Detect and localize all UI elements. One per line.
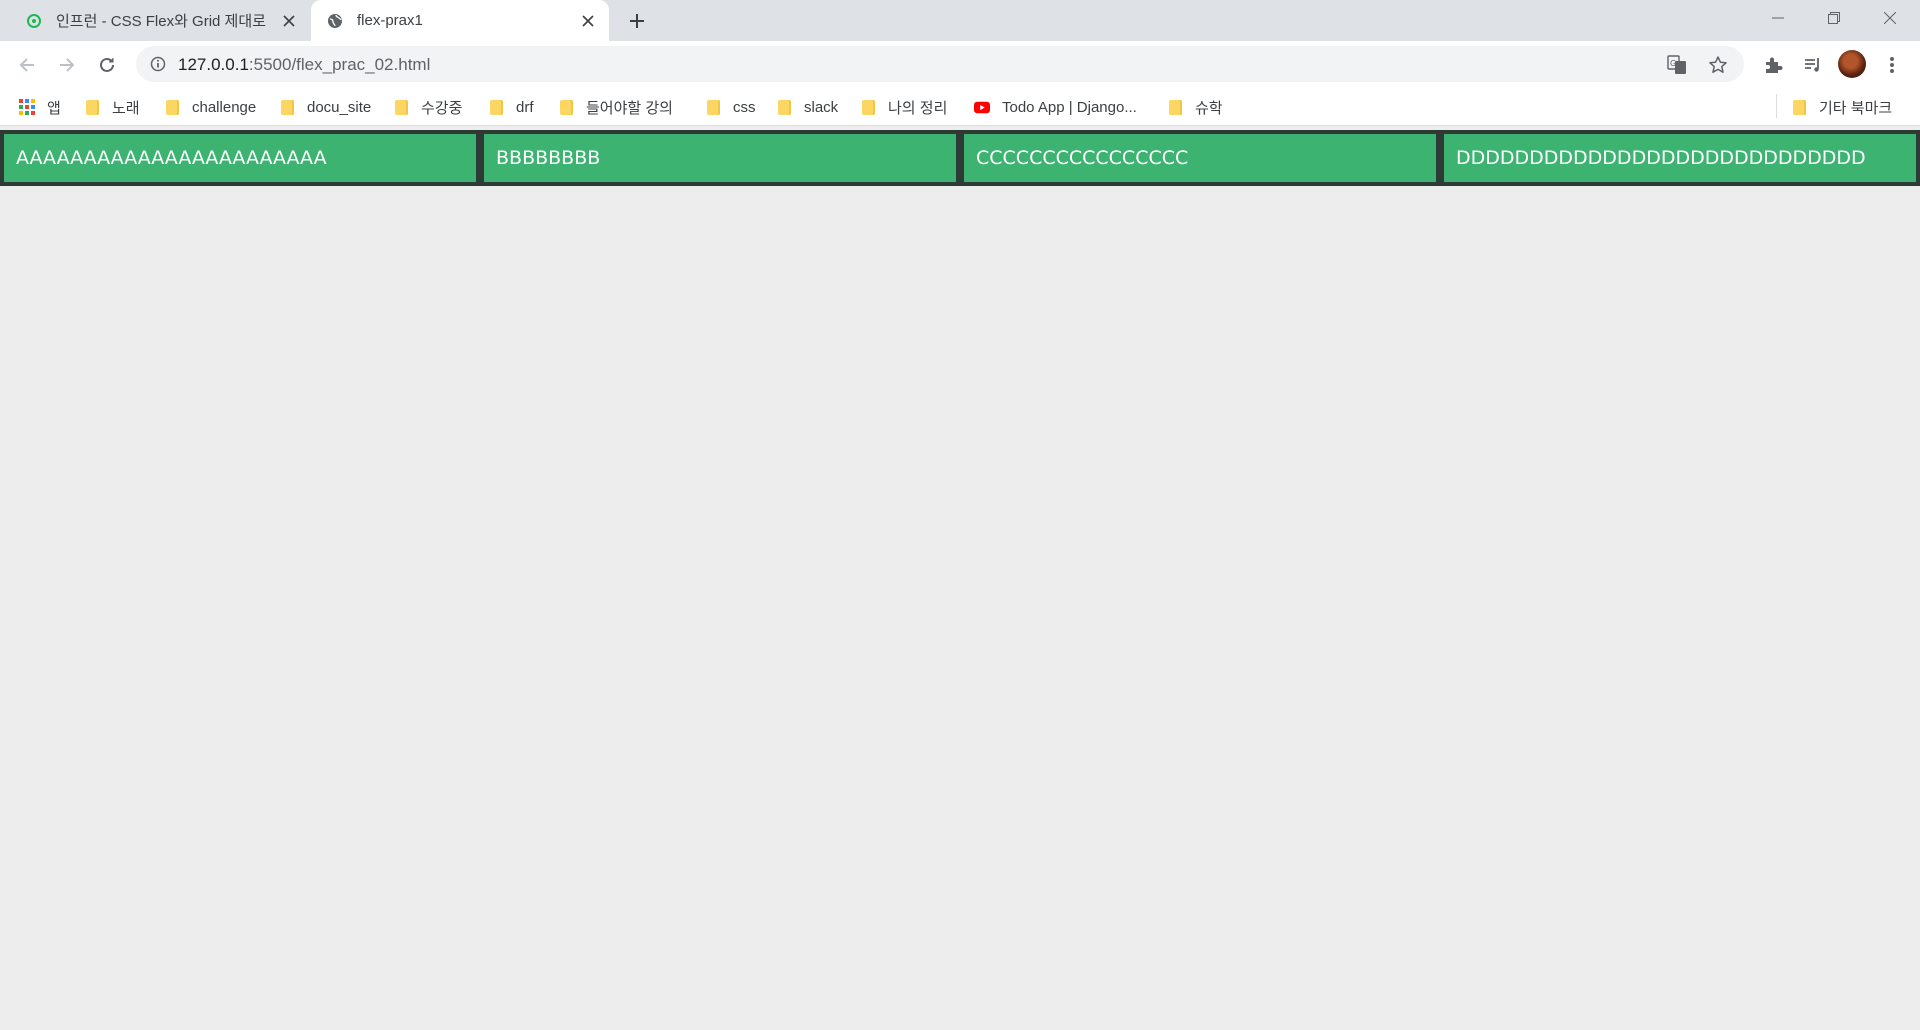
forward-button[interactable] [51,49,83,81]
page-content: AAAAAAAAAAAAAAAAAAAAAAA BBBBBBBB CCCCCCC… [0,127,1920,1030]
bookmark-folder[interactable]: slack [776,95,838,119]
bookmark-label: 슈학 [1195,99,1223,117]
bookmark-apps[interactable]: 앱 [19,95,61,119]
apps-grid-icon [19,99,35,115]
bookmark-other[interactable]: 기타 북마크 [1791,95,1892,119]
tab-title: 인프런 - CSS Flex와 Grid 제대로 [56,13,266,30]
bookmark-folder[interactable]: challenge [164,95,256,119]
globe-icon [327,13,343,29]
folder-icon [393,99,409,115]
bookmarks-bar: 앱 노래 challenge docu_site 수강중 drf 들어야할 강의… [0,88,1920,126]
folder-icon [164,99,180,115]
folder-icon [279,99,295,115]
bookmark-label: slack [804,98,839,116]
folder-icon [1167,99,1183,115]
bookmark-label: Todo App | Django... [1002,98,1137,116]
bookmark-folder[interactable]: 수강중 [393,95,462,119]
new-tab-button[interactable] [624,8,650,34]
bookmark-label: 수강중 [421,99,463,117]
folder-icon [860,99,876,115]
media-control-icon[interactable] [1797,49,1829,81]
youtube-icon [974,99,990,115]
star-icon[interactable] [1707,54,1729,76]
minimize-button[interactable] [1750,0,1806,36]
tab-inflearn[interactable]: 인프런 - CSS Flex와 Grid 제대로 [10,0,310,41]
folder-icon [558,99,574,115]
url-host: 127.0.0.1 [178,55,249,74]
bookmark-label: drf [516,98,534,116]
bookmark-label: 기타 북마크 [1819,99,1893,117]
url-text[interactable]: 127.0.0.1:5500/flex_prac_02.html [178,55,430,75]
flex-item-a: AAAAAAAAAAAAAAAAAAAAAAA [4,134,476,182]
bookmark-folder[interactable]: 들어야할 강의 [558,95,673,119]
bookmark-separator [1776,94,1777,118]
bookmark-label: css [733,98,756,116]
tab-strip: 인프런 - CSS Flex와 Grid 제대로 flex-prax1 [0,0,1920,41]
bookmark-folder[interactable]: css [705,95,756,119]
address-bar[interactable]: 127.0.0.1:5500/flex_prac_02.html G [136,46,1744,82]
folder-icon [84,99,100,115]
url-path: :5500/flex_prac_02.html [248,55,431,74]
folder-icon [1791,99,1807,115]
extensions-icon[interactable] [1757,49,1789,81]
bookmark-label: 들어야할 강의 [586,99,673,117]
bookmark-label: docu_site [307,98,372,116]
bookmark-youtube[interactable]: Todo App | Django... [974,95,1137,119]
bookmark-folder[interactable]: drf [488,95,534,119]
bookmark-label: 앱 [47,99,61,117]
bookmark-label: challenge [192,98,257,116]
close-window-button[interactable] [1862,0,1918,36]
bookmark-folder[interactable]: 슈학 [1167,95,1223,119]
tab-flex-prax1[interactable]: flex-prax1 [311,0,609,41]
tab-title: flex-prax1 [357,12,423,29]
flex-container: AAAAAAAAAAAAAAAAAAAAAAA BBBBBBBB CCCCCCC… [0,130,1920,186]
svg-text:G: G [1670,59,1676,68]
flex-item-b: BBBBBBBB [484,134,956,182]
flex-item-c: CCCCCCCCCCCCCCCC [964,134,1436,182]
info-icon[interactable] [150,56,166,72]
inflearn-icon [26,13,42,29]
flex-item-d: DDDDDDDDDDDDDDDDDDDDDDDDDDDD [1444,134,1916,182]
bookmark-folder[interactable]: 나의 정리 [860,95,947,119]
folder-icon [776,99,792,115]
back-button[interactable] [11,49,43,81]
close-icon[interactable] [280,12,298,30]
reload-button[interactable] [91,49,123,81]
bookmark-label: 노래 [112,99,140,117]
menu-icon[interactable] [1877,49,1907,81]
bookmark-folder[interactable]: docu_site [279,95,371,119]
translate-icon[interactable]: G [1666,54,1688,76]
bookmark-folder[interactable]: 노래 [84,95,140,119]
close-icon[interactable] [579,12,597,30]
bookmark-label: 나의 정리 [888,99,948,117]
folder-icon [705,99,721,115]
profile-avatar[interactable] [1838,50,1866,78]
restore-button[interactable] [1806,0,1862,36]
browser-toolbar: 127.0.0.1:5500/flex_prac_02.html G [0,41,1920,88]
folder-icon [488,99,504,115]
